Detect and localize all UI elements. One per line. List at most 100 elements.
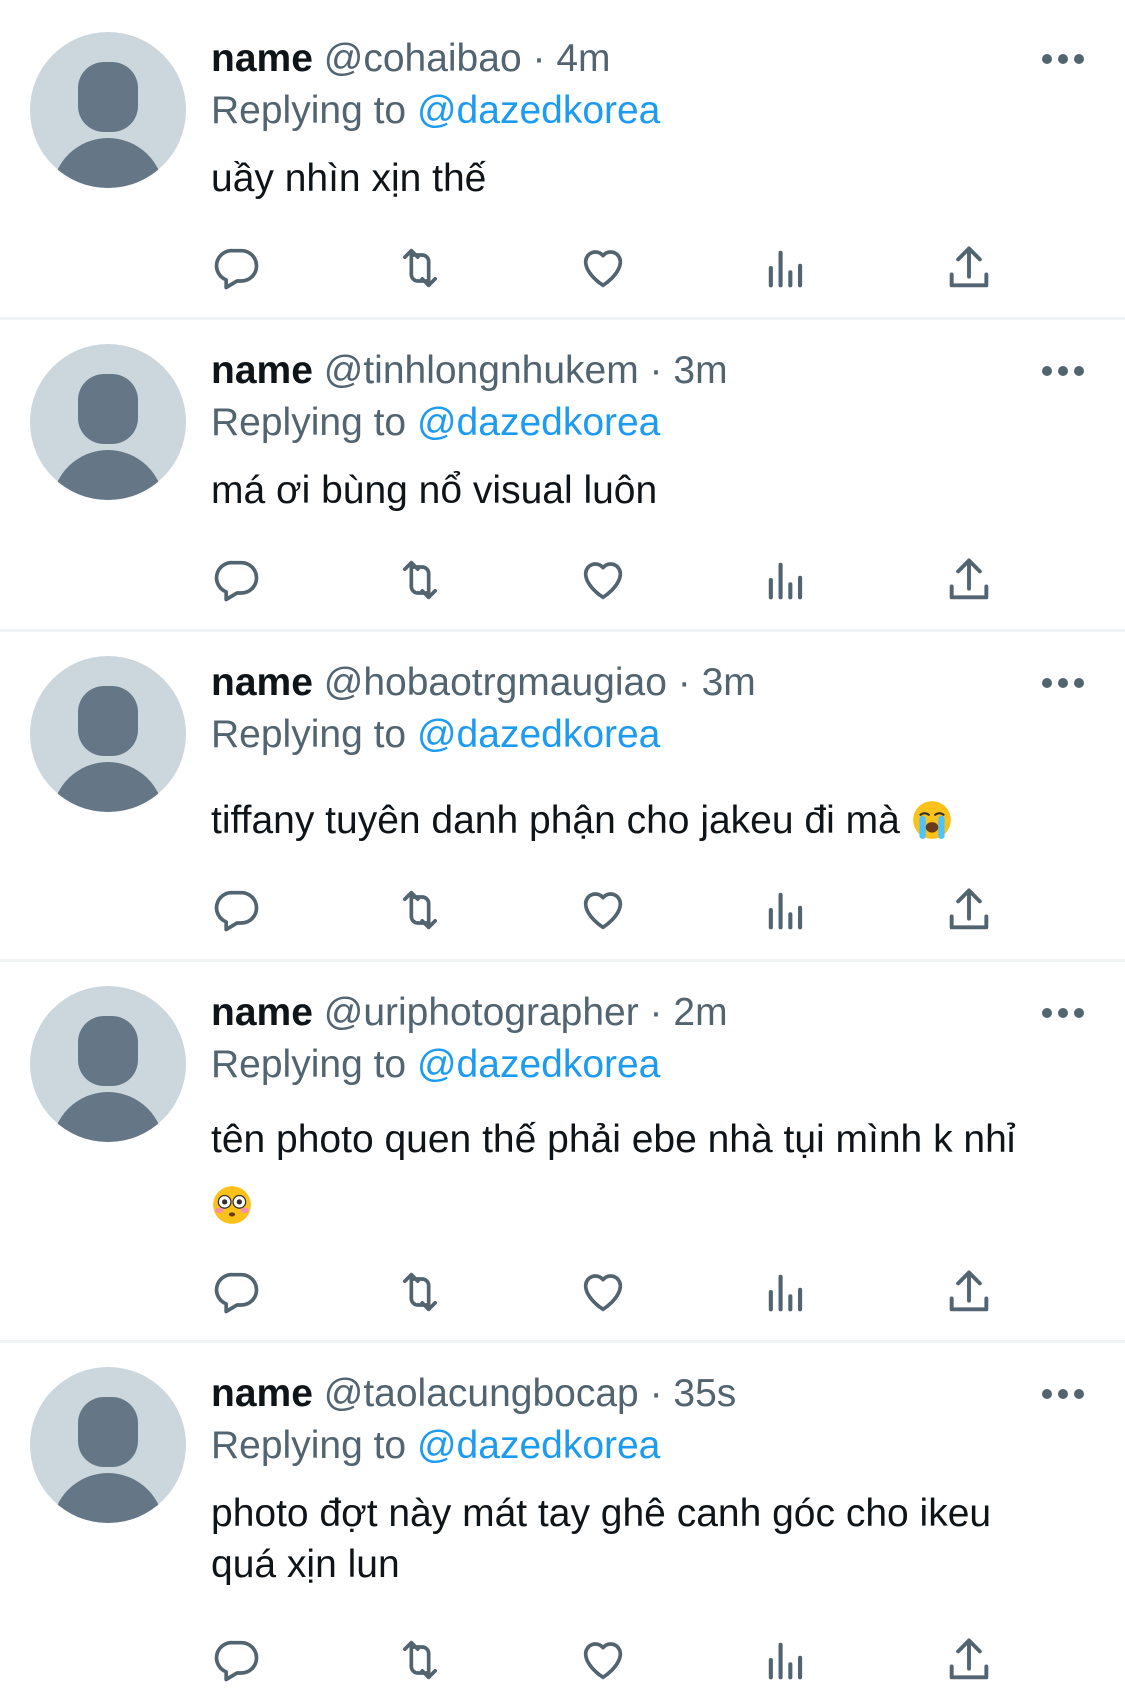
like-button[interactable] [577,242,629,294]
retweet-button[interactable] [394,1266,446,1318]
reply-button[interactable] [211,884,263,936]
like-button[interactable] [577,884,629,936]
views-button[interactable] [760,1634,812,1686]
replying-prefix: Replying to [211,1424,407,1467]
tweet-header: name @cohaibao · 4m [211,36,611,82]
tweet-text-content: tên photo quen thế phải ebe nhà tụi mình… [211,1118,1016,1161]
tweet[interactable]: name @uriphotographer · 2m Replying to @… [0,962,1125,1342]
retweet-icon [402,890,438,930]
more-icon[interactable] [1040,675,1086,691]
display-name[interactable]: name [211,349,313,392]
handle[interactable]: @uriphotographer [324,991,639,1034]
reply-button[interactable] [211,554,263,606]
reply-button[interactable] [211,242,263,294]
default-avatar-icon [52,1397,164,1523]
reply-icon [214,248,259,290]
more-icon[interactable] [1040,363,1086,379]
replying-to-link[interactable]: @dazedkorea [417,1424,660,1467]
timestamp[interactable]: 35s [673,1372,736,1415]
share-button[interactable] [943,1634,995,1686]
like-button[interactable] [577,554,629,606]
reply-button[interactable] [211,1266,263,1318]
default-avatar-icon [52,686,164,812]
display-name[interactable]: name [211,661,313,704]
retweet-icon [402,560,438,600]
avatar[interactable] [30,656,186,812]
views-button[interactable] [760,1266,812,1318]
share-button[interactable] [943,242,995,294]
share-icon [949,888,989,930]
like-button[interactable] [577,1634,629,1686]
replying-prefix: Replying to [211,401,407,444]
tweet[interactable]: name @cohaibao · 4m Replying to @dazedko… [0,0,1125,318]
tweet[interactable]: name @hobaotrgmaugiao · 3m Replying to @… [0,632,1125,960]
views-icon [768,250,803,288]
like-button[interactable] [577,1266,629,1318]
tweet[interactable]: name @taolacungbocap · 35s Replying to @… [0,1343,1125,1695]
tweet-text: photo đợt này mát tay ghê canh góc cho i… [211,1488,1041,1590]
replying-to-link[interactable]: @dazedkorea [417,713,660,756]
replying-to: Replying to @dazedkorea [211,1423,660,1469]
timestamp[interactable]: 4m [556,37,610,80]
views-icon [768,892,803,930]
tweet-text-content: photo đợt này mát tay ghê canh góc cho i… [211,1492,992,1586]
replying-to-link[interactable]: @dazedkorea [417,1043,660,1086]
views-button[interactable] [760,884,812,936]
replying-prefix: Replying to [211,713,407,756]
separator-dot: · [677,661,691,704]
like-icon [583,562,623,600]
like-icon [583,1642,623,1680]
views-icon [768,562,803,600]
more-icon[interactable] [1040,1386,1086,1402]
share-button[interactable] [943,1266,995,1318]
replying-to-link[interactable]: @dazedkorea [417,401,660,444]
tweet-text-content: tiffany tuyên danh phận cho jakeu đi mà [211,799,900,842]
reply-button[interactable] [211,1634,263,1686]
share-button[interactable] [943,884,995,936]
avatar[interactable] [30,986,186,1142]
handle[interactable]: @tinhlongnhukem [324,349,639,392]
replying-to: Replying to @dazedkorea [211,712,660,758]
default-avatar-icon [52,374,164,500]
avatar[interactable] [30,1367,186,1523]
tweet-text: tên photo quen thế phải ebe nhà tụi mình… [211,1107,1061,1239]
display-name[interactable]: name [211,1372,313,1415]
replying-to: Replying to @dazedkorea [211,400,660,446]
separator-dot: · [649,1372,663,1415]
views-icon [768,1274,803,1312]
views-button[interactable] [760,242,812,294]
handle[interactable]: @hobaotrgmaugiao [324,661,667,704]
tweet-header: name @tinhlongnhukem · 3m [211,348,728,394]
separator-dot: · [532,37,546,80]
tweet-header: name @hobaotrgmaugiao · 3m [211,660,756,706]
retweet-button[interactable] [394,884,446,936]
more-icon[interactable] [1040,51,1086,67]
avatar[interactable] [30,32,186,188]
timestamp[interactable]: 2m [673,991,727,1034]
share-icon [949,558,989,600]
avatar[interactable] [30,344,186,500]
display-name[interactable]: name [211,991,313,1034]
display-name[interactable]: name [211,37,313,80]
views-button[interactable] [760,554,812,606]
share-icon [949,1270,989,1312]
retweet-button[interactable] [394,242,446,294]
more-icon[interactable] [1040,1005,1086,1021]
handle[interactable]: @taolacungbocap [324,1372,639,1415]
flushed-face-icon [213,1186,251,1224]
tweet-text: má ơi bùng nổ visual luôn [211,465,1071,516]
tweet-text: tiffany tuyên danh phận cho jakeu đi mà [211,795,1071,846]
reply-icon [214,890,259,932]
share-button[interactable] [943,554,995,606]
tweet-text-content: má ơi bùng nổ visual luôn [211,469,658,512]
timestamp[interactable]: 3m [702,661,756,704]
share-icon [949,1638,989,1680]
retweet-button[interactable] [394,1634,446,1686]
retweet-button[interactable] [394,554,446,606]
handle[interactable]: @cohaibao [324,37,522,80]
tweet[interactable]: name @tinhlongnhukem · 3m Replying to @d… [0,320,1125,630]
separator-dot: · [649,349,663,392]
replying-to-link[interactable]: @dazedkorea [417,89,660,132]
replying-to: Replying to @dazedkorea [211,88,660,134]
timestamp[interactable]: 3m [673,349,727,392]
